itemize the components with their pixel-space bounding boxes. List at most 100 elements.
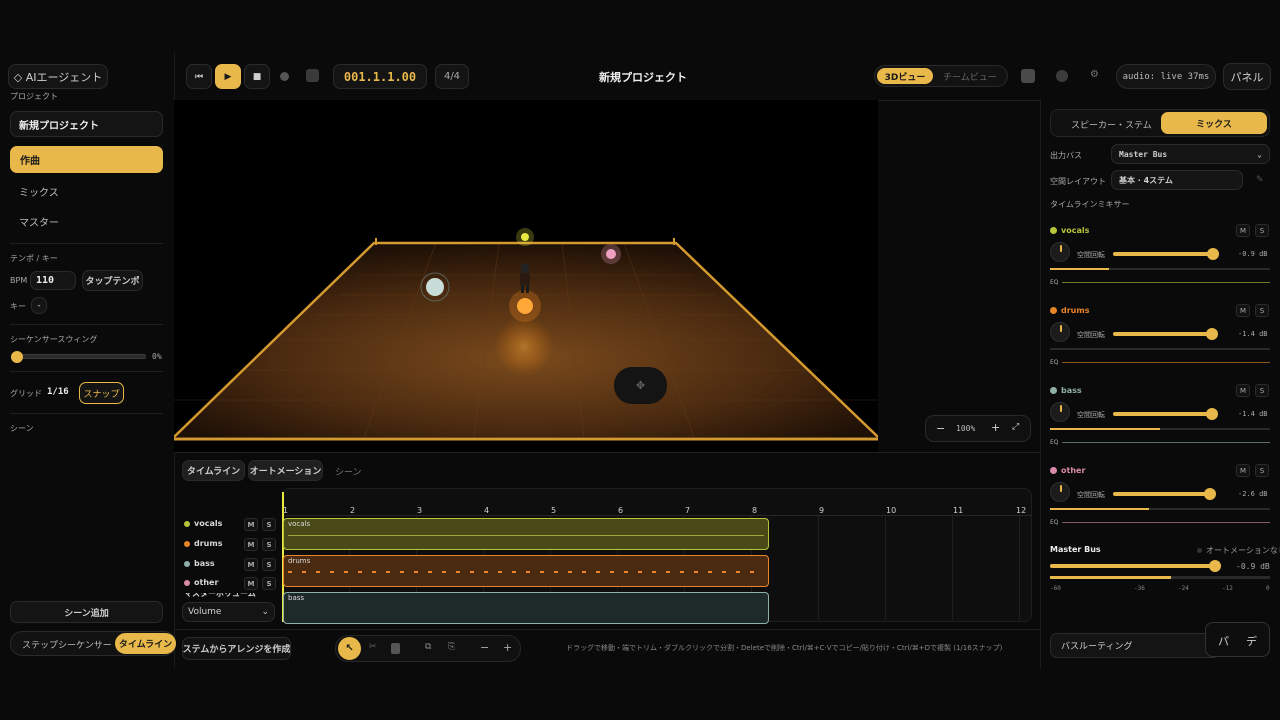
zoom-in-timeline[interactable]: + <box>503 641 512 654</box>
spatial-rotation-knob[interactable] <box>1050 242 1070 262</box>
shield-icon[interactable] <box>1021 69 1035 83</box>
eq-curve[interactable] <box>1062 362 1270 363</box>
snap-toggle[interactable]: スナップ <box>79 382 124 404</box>
edit-tools: ↖ ✂ ⧉ ⎘ − + <box>335 635 521 662</box>
tab-scene[interactable]: シーン <box>335 465 362 478</box>
master-fader-thumb[interactable] <box>1208 560 1221 572</box>
tab-mix[interactable]: ミックス <box>1161 112 1267 134</box>
swing-thumb[interactable] <box>11 351 23 363</box>
play-button[interactable]: ▶ <box>215 64 241 89</box>
bpm-label: BPM <box>10 276 28 285</box>
solo-button[interactable]: S <box>1255 464 1269 477</box>
mute-button[interactable]: M <box>1236 304 1250 317</box>
paste-icon[interactable]: ⎘ <box>448 642 455 652</box>
ai-agent-button[interactable]: ◇ AIエージェント <box>8 64 108 89</box>
edit-hint: ドラッグで移動・端でトリム・ダブルクリックで分割・Deleteで削除・Ctrl/… <box>566 644 1003 652</box>
fader-thumb[interactable] <box>1205 408 1218 420</box>
mute-button[interactable]: M <box>1236 464 1250 477</box>
track-header-vocals: vocals M S <box>184 518 278 533</box>
solo-button[interactable]: S <box>262 538 276 551</box>
edit-icon[interactable]: ✎ <box>1256 175 1264 185</box>
solo-button[interactable]: S <box>1255 384 1269 397</box>
mute-button[interactable]: M <box>1236 224 1250 237</box>
trash-icon[interactable] <box>391 643 400 654</box>
add-scene-button[interactable]: シーン追加 <box>10 601 163 623</box>
mute-button[interactable]: M <box>244 558 258 571</box>
solo-button[interactable]: S <box>1255 224 1269 237</box>
layout-field[interactable]: 基本 · 4ステム <box>1111 170 1243 190</box>
tab-timeline-view[interactable]: タイムライン <box>182 460 245 481</box>
bus-routing-button[interactable]: バスルーティング <box>1050 633 1220 658</box>
bpm-input[interactable]: 110 <box>30 271 76 290</box>
output-bus-select[interactable]: Master Bus ⌄ <box>1111 144 1270 164</box>
stop-button[interactable]: ■ <box>244 64 270 89</box>
solo-button[interactable]: S <box>262 577 276 590</box>
tab-step-sequencer[interactable]: ステップシーケンサー <box>22 638 112 651</box>
fader-thumb[interactable] <box>1205 328 1218 340</box>
move-handle[interactable]: ✥ <box>614 367 667 404</box>
nav-mix[interactable]: ミックス <box>19 184 59 199</box>
track-header-other: other M S <box>184 577 278 592</box>
spatial-rotation-knob[interactable] <box>1050 482 1070 502</box>
tap-tempo-button[interactable]: タップテンポ <box>82 270 143 291</box>
eq-curve[interactable] <box>1062 282 1270 283</box>
master-db: -0.9 dB <box>1236 562 1270 571</box>
zoom-out-timeline[interactable]: − <box>480 641 489 654</box>
solo-button[interactable]: S <box>262 558 276 571</box>
clip-drums[interactable]: drums <box>283 555 769 587</box>
ruler[interactable] <box>282 500 1032 516</box>
record-button[interactable] <box>280 72 289 81</box>
key-select[interactable]: - <box>31 297 47 314</box>
copy-icon[interactable]: ⧉ <box>425 642 431 652</box>
settings-icon[interactable]: ⚙ <box>1090 69 1099 80</box>
grid-value[interactable]: 1/16 <box>47 387 69 397</box>
chevron-down-icon: ⌄ <box>261 607 269 617</box>
tab-automation[interactable]: オートメーション <box>248 460 323 481</box>
create-arrange-button[interactable]: ステムからアレンジを作成 <box>182 637 291 660</box>
scissors-icon[interactable]: ✂ <box>369 642 377 652</box>
zoom-in-button[interactable]: + <box>991 421 1000 434</box>
grid-line <box>952 516 953 620</box>
spatial-rotation-knob[interactable] <box>1050 402 1070 422</box>
loop-button[interactable] <box>306 69 319 82</box>
solo-button[interactable]: S <box>1255 304 1269 317</box>
mute-button[interactable]: M <box>1236 384 1250 397</box>
eq-label: EQ <box>1050 279 1059 286</box>
rewind-button[interactable]: ⏮ <box>186 64 212 89</box>
fullscreen-icon[interactable]: ⤢ <box>1012 422 1019 432</box>
solo-button[interactable]: S <box>262 518 276 531</box>
tab-speaker-stem[interactable]: スピーカー・ステム <box>1071 118 1152 131</box>
fader-thumb[interactable] <box>1203 488 1216 500</box>
channel-fader[interactable] <box>1113 328 1218 340</box>
tab-timeline[interactable]: タイムライン <box>115 633 176 654</box>
eq-curve[interactable] <box>1062 522 1270 523</box>
master-volume-label: マスターボリューム <box>184 593 256 598</box>
clip-vocals[interactable]: vocals <box>283 518 769 550</box>
float-button-de[interactable]: デ <box>1246 633 1257 649</box>
swing-slider[interactable] <box>11 351 146 363</box>
channel-fader[interactable] <box>1113 248 1219 260</box>
mute-button[interactable]: M <box>244 577 258 590</box>
grid-line <box>1019 516 1020 620</box>
nav-master[interactable]: マスター <box>19 214 59 229</box>
eq-curve[interactable] <box>1062 442 1270 443</box>
panel-button[interactable]: パネル <box>1223 63 1271 90</box>
tab-team-view[interactable]: チームビュー <box>943 70 997 83</box>
mute-button[interactable]: M <box>244 518 258 531</box>
fader-thumb[interactable] <box>1206 248 1219 260</box>
nav-compose[interactable]: 作曲 <box>10 146 163 173</box>
cloud-icon[interactable] <box>1056 70 1068 82</box>
stage-viewport[interactable]: ✥ <box>174 100 878 452</box>
tab-3d-view[interactable]: 3Dビュー <box>877 68 933 84</box>
channel-fader[interactable] <box>1113 488 1216 500</box>
channel-fader[interactable] <box>1113 408 1218 420</box>
master-fader[interactable] <box>1050 560 1221 572</box>
select-tool[interactable]: ↖ <box>338 637 361 660</box>
automation-param-select[interactable]: Volume ⌄ <box>182 602 275 622</box>
clip-bass[interactable]: bass <box>283 592 769 624</box>
project-name-field[interactable]: 新規プロジェクト <box>10 111 163 137</box>
spatial-rotation-knob[interactable] <box>1050 322 1070 342</box>
mute-button[interactable]: M <box>244 538 258 551</box>
zoom-out-button[interactable]: − <box>936 422 945 435</box>
float-button-pa[interactable]: パ <box>1218 633 1229 649</box>
